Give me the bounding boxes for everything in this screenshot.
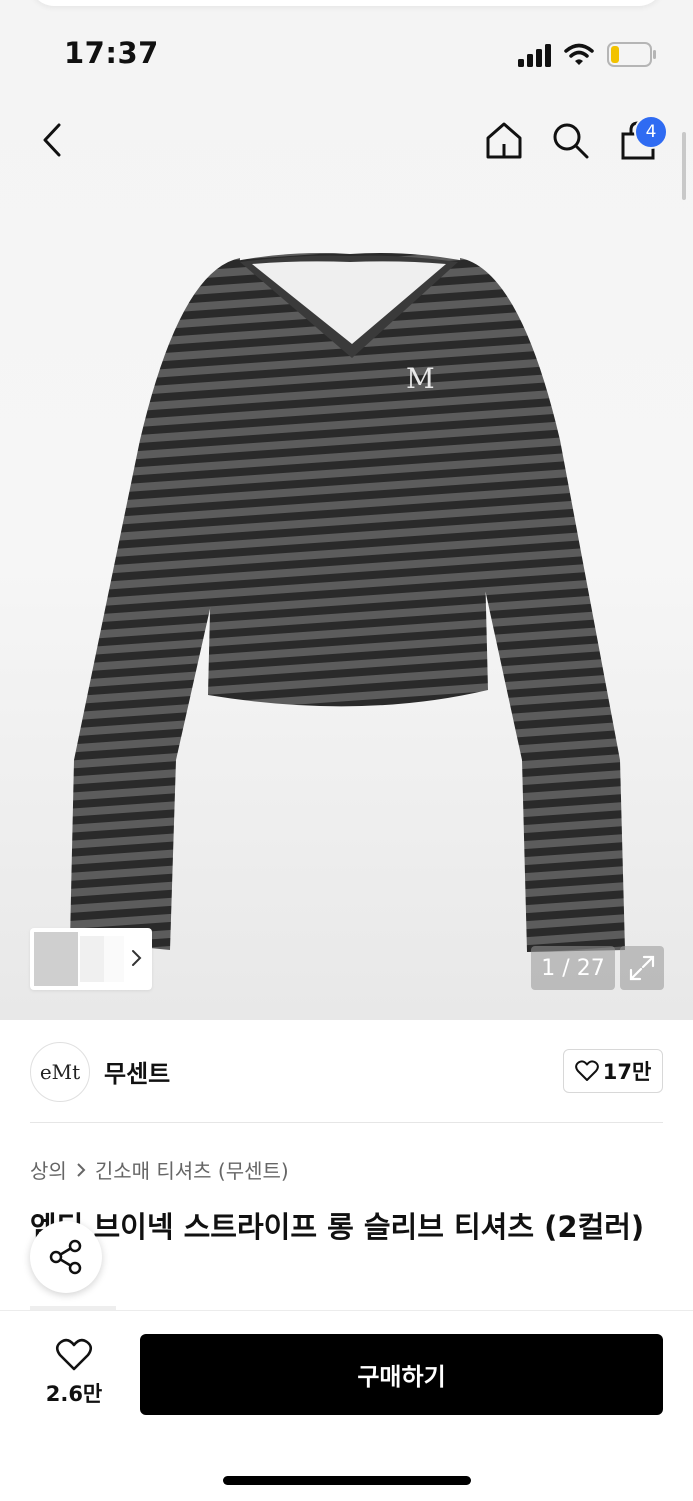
brand-logo[interactable]: eMt — [30, 1042, 90, 1102]
buy-button[interactable]: 구매하기 — [140, 1334, 663, 1415]
chevron-left-icon — [43, 123, 61, 157]
home-icon — [486, 122, 522, 159]
heart-icon — [574, 1060, 599, 1081]
svg-text:M: M — [406, 362, 435, 395]
search-icon — [553, 123, 589, 159]
brand-name[interactable]: 무센트 — [104, 1054, 170, 1089]
breadcrumb-category[interactable]: 상의 — [30, 1155, 67, 1184]
image-counter: 1 / 27 — [531, 946, 615, 990]
share-button[interactable] — [30, 1221, 102, 1293]
home-button[interactable] — [480, 116, 528, 164]
battery-icon — [607, 42, 656, 67]
chevron-right-icon — [77, 1162, 86, 1177]
home-indicator — [223, 1476, 471, 1485]
heart-icon — [55, 1338, 93, 1371]
status-time: 17:37 — [64, 36, 159, 70]
back-button[interactable] — [28, 116, 76, 164]
wishlist-count: 2.6만 — [45, 1382, 103, 1406]
wifi-icon — [564, 43, 594, 65]
brand-like-count: 17만 — [602, 1060, 652, 1084]
share-icon — [49, 1239, 82, 1275]
expand-button[interactable] — [620, 946, 664, 990]
thumbnail-image[interactable] — [104, 936, 124, 982]
divider — [30, 1122, 663, 1123]
search-button[interactable] — [546, 116, 594, 164]
thumbnail-image[interactable] — [80, 936, 104, 982]
thumbnail-image[interactable] — [34, 932, 78, 986]
cart-count-badge: 4 — [634, 115, 668, 149]
breadcrumb-subcategory[interactable]: 긴소매 티셔츠 (무센트) — [95, 1155, 289, 1184]
expand-icon — [629, 955, 655, 981]
brand-like-button[interactable]: 17만 — [563, 1049, 663, 1093]
product-title: 엠티 브이넥 스트라이프 롱 슬리브 티셔츠 (2컬러) — [30, 1210, 645, 1244]
sheet-edge — [30, 0, 663, 6]
product-image[interactable]: M — [60, 240, 640, 960]
signal-icon — [518, 44, 551, 67]
scrollbar[interactable] — [682, 132, 686, 200]
wishlist-button[interactable]: 2.6만 — [40, 1338, 108, 1408]
breadcrumb: 상의 긴소매 티셔츠 (무센트) — [30, 1155, 289, 1184]
chevron-right-icon[interactable] — [128, 946, 144, 970]
